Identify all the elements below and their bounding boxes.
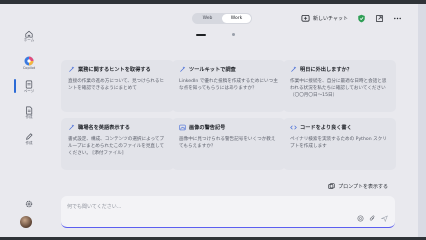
sidebar-item-label: ホーム (23, 38, 35, 42)
mention-icon[interactable] (357, 215, 364, 222)
card-body: 書式設定、構成、コンテンツの選択によってブループにまとめられたこのファイルを見直… (68, 137, 165, 156)
home-icon (25, 30, 33, 38)
window-top-edge (0, 0, 426, 4)
suggestion-card[interactable]: コードをより良く書く ペイナリ検索を実装するための Python スクリプトを作… (283, 118, 396, 170)
card-title: 画像の警告記号 (189, 125, 226, 131)
card-body: 作業中に接続を、自分に最適な日時と会話と思われる状況を私たちに確認しておいてくだ… (290, 79, 387, 98)
share-icon[interactable] (375, 14, 384, 23)
suggestion-card[interactable]: 画像の警告記号 画像中に見つけられる警告記号をいくつか教えてもらえますか？ (172, 118, 285, 170)
chat-input-placeholder: 何でも聞いてください... (67, 204, 122, 210)
card-title: コードをより良く書く (300, 125, 352, 131)
code-icon (290, 125, 297, 130)
sidebar-item-label: 作成 (25, 141, 33, 145)
new-chat-icon (301, 14, 310, 22)
sidebar-item-pages[interactable]: ページ (12, 80, 46, 94)
card-body: 画像中に見つけられる警告記号をいくつか教えてもらえますか？ (179, 137, 276, 149)
avatar[interactable] (20, 216, 32, 228)
suggestion-card[interactable]: 職場名を英語表示する 書式設定、構成、コンテンツの選択によってブループにまとめら… (61, 118, 174, 170)
sparkle-icon (291, 66, 297, 72)
attach-icon[interactable] (369, 215, 376, 222)
view-prompts-label: プロンプトを表示する (338, 184, 388, 190)
header-actions: 新しいチャット (301, 12, 402, 24)
mode-work-option[interactable]: Work (222, 14, 251, 23)
new-chat-label: 新しいチャット (313, 15, 348, 22)
sparkle-icon (69, 66, 75, 72)
prompts-icon (328, 183, 335, 189)
loading-dot (232, 33, 235, 36)
input-actions (357, 215, 388, 222)
suggestion-card[interactable]: ツールキットで調査 LinkedIn で優れた投稿を作成するためにいつ主な点を知… (172, 60, 285, 112)
chat-input[interactable]: 何でも聞いてください... (61, 196, 395, 228)
gear-icon (25, 200, 33, 208)
suggestion-card[interactable]: 明日に外出しますか？ 作業中に接続を、自分に最適な日時と会話と思われる状況を私た… (283, 60, 396, 112)
loading-indicator (196, 34, 206, 36)
card-title: 明日に外出しますか？ (300, 67, 352, 73)
left-sidebar: ホーム Copilot ページ 作成 作成 (12, 22, 46, 234)
pen-icon (26, 133, 33, 140)
card-title: 業務に関するヒントを取得する (78, 67, 151, 73)
sidebar-settings[interactable] (12, 200, 46, 208)
scrollbar-track[interactable] (418, 4, 426, 237)
copilot-icon (24, 56, 34, 66)
view-prompts-button[interactable]: プロンプトを表示する (328, 183, 388, 190)
shield-icon[interactable] (357, 14, 366, 23)
mode-toggle[interactable]: Web Work (192, 13, 252, 24)
card-title: ツールキットで調査 (189, 67, 236, 73)
more-icon[interactable] (393, 14, 402, 23)
mode-web-option[interactable]: Web (193, 14, 222, 23)
card-body: 直接の作業の進め方について、見つけられるヒントを確認できるようにまとめて (68, 79, 165, 91)
sparkle-icon (180, 66, 186, 72)
card-body: ペイナリ検索を実装するための Python スクリプトを作成します (290, 137, 387, 149)
image-icon (179, 124, 186, 131)
sidebar-item-copilot[interactable]: Copilot (12, 56, 46, 71)
sparkle-icon (69, 124, 75, 130)
card-title: 職場名を英語表示する (78, 125, 130, 131)
sidebar-item-create[interactable]: 作成 (12, 106, 46, 120)
new-chat-button[interactable]: 新しいチャット (301, 14, 348, 23)
document-icon (26, 106, 33, 115)
sidebar-item-create-2[interactable]: 作成 (12, 132, 46, 146)
pages-icon (25, 80, 33, 89)
sidebar-item-label: Copilot (22, 66, 36, 70)
send-icon[interactable] (381, 215, 388, 222)
sidebar-item-home[interactable]: ホーム (12, 30, 46, 43)
card-body: LinkedIn で優れた投稿を作成するためにいつ主な点を知ってもらうにはありま… (179, 79, 278, 91)
sidebar-item-label: ページ (23, 89, 35, 93)
copilot-window: ホーム Copilot ページ 作成 作成 Web Work 新しいチャット 業… (0, 0, 426, 240)
suggestion-card[interactable]: 業務に関するヒントを取得する 直接の作業の進め方について、見つけられるヒントを確… (61, 60, 174, 112)
sidebar-item-label: 作成 (25, 115, 33, 119)
